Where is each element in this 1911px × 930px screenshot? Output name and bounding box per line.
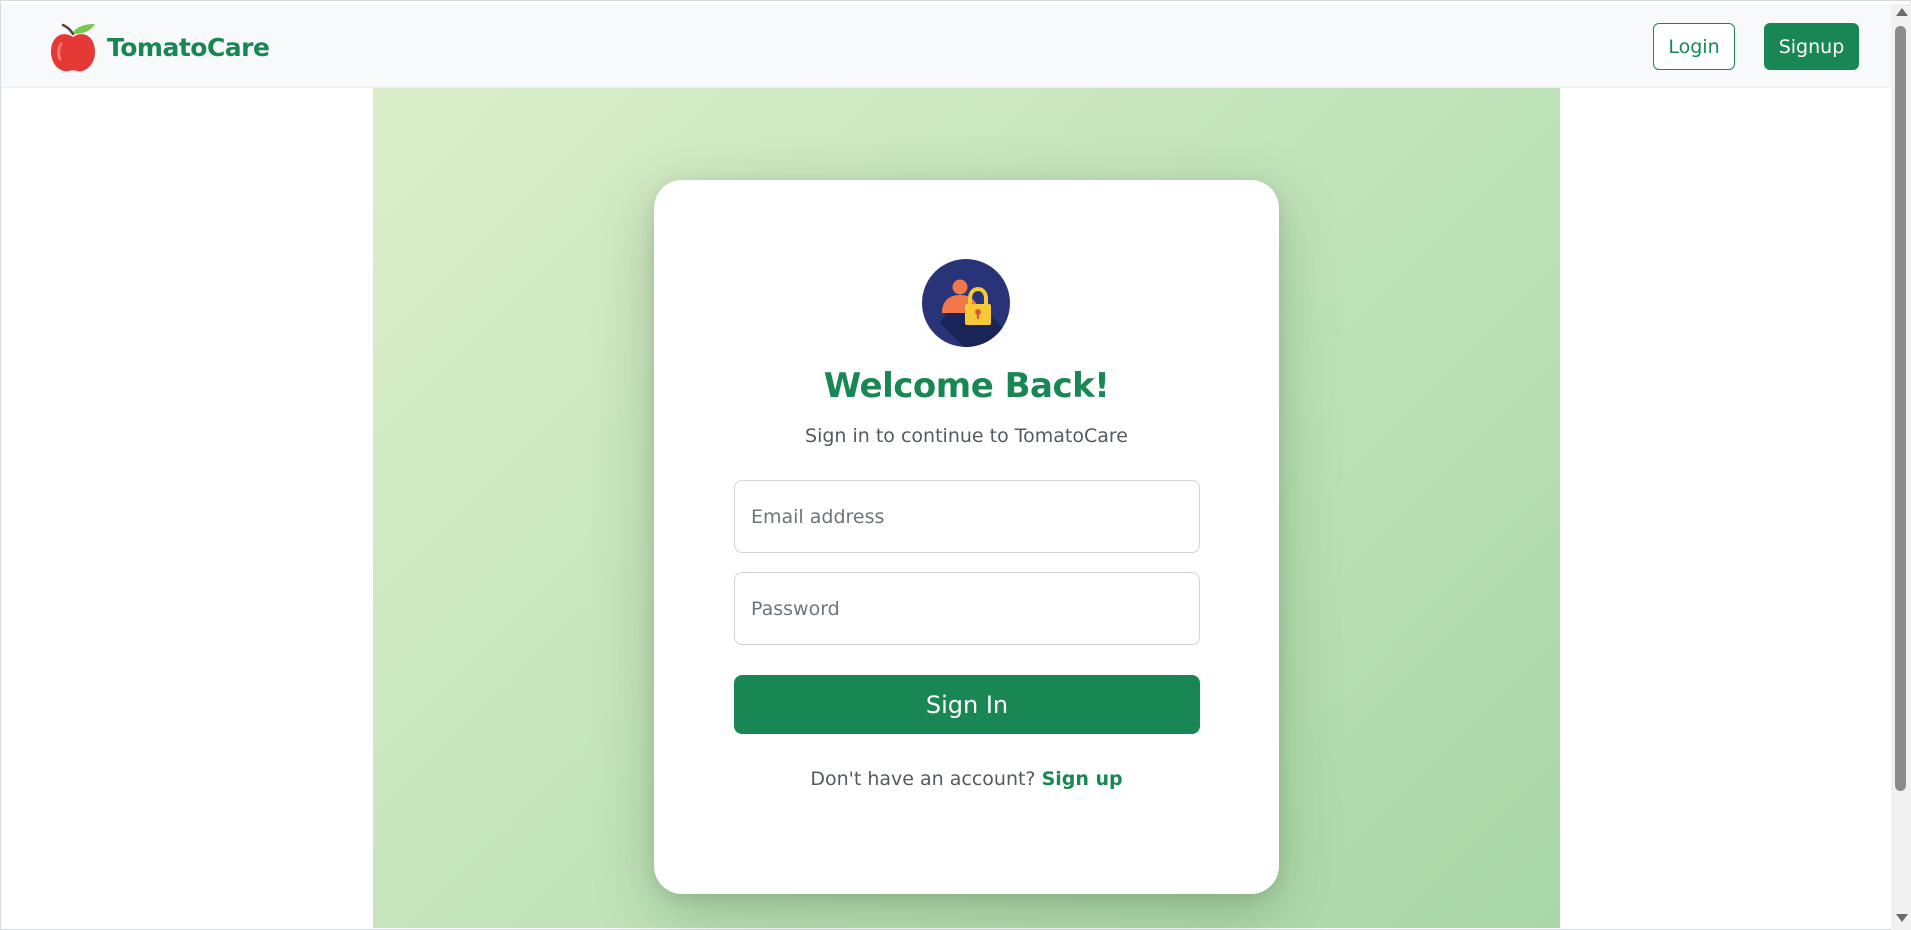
brand[interactable]: TomatoCare <box>49 20 270 74</box>
scrollbar-thumb[interactable] <box>1895 26 1906 791</box>
user-lock-icon <box>922 259 1010 347</box>
page-subtitle: Sign in to continue to TomatoCare <box>805 425 1128 447</box>
scroll-down-arrow-icon[interactable] <box>1896 914 1908 922</box>
email-field[interactable] <box>734 480 1200 553</box>
page-title: Welcome Back! <box>823 366 1110 406</box>
vertical-scrollbar[interactable] <box>1891 4 1911 930</box>
signup-button[interactable]: Signup <box>1764 23 1859 70</box>
top-navbar: TomatoCare Login Signup <box>1 4 1891 88</box>
login-button[interactable]: Login <box>1653 23 1735 70</box>
signup-prompt-text: Don't have an account? <box>810 768 1036 790</box>
login-card: Welcome Back! Sign in to continue to Tom… <box>654 180 1279 894</box>
browser-viewport: TomatoCare Login Signup Welcome Back! Si… <box>0 0 1911 930</box>
password-field[interactable] <box>734 572 1200 645</box>
signup-prompt: Don't have an account? Sign up <box>654 768 1279 790</box>
scroll-up-arrow-icon[interactable] <box>1896 8 1908 16</box>
sign-in-button[interactable]: Sign In <box>734 675 1200 734</box>
brand-name: TomatoCare <box>107 32 270 62</box>
signup-link[interactable]: Sign up <box>1042 768 1123 790</box>
tomato-icon <box>49 20 97 74</box>
